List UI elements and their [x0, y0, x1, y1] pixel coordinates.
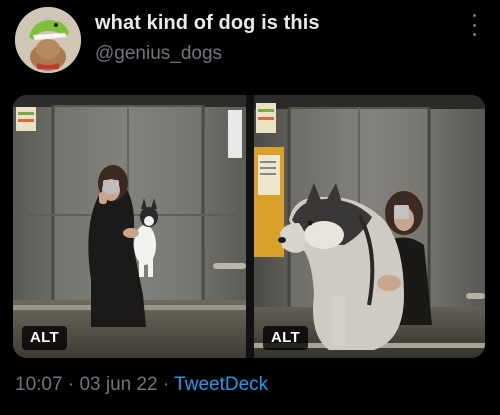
elevator-selfie-puppy-image — [13, 95, 246, 358]
more-dot — [472, 33, 476, 36]
display-name[interactable]: what kind of dog is this — [95, 12, 320, 35]
tweet-metadata: 10:07 · 03 jun 22 · TweetDeck — [15, 374, 268, 396]
media-grid: ALT ALT — [13, 95, 485, 358]
more-options-button[interactable] — [466, 14, 482, 36]
more-vertical-icon — [472, 14, 476, 17]
source-link[interactable]: TweetDeck — [174, 374, 268, 395]
alt-text-badge[interactable]: ALT — [22, 326, 67, 350]
avatar-dog-icon — [15, 7, 81, 73]
more-dot — [472, 23, 476, 27]
meta-separator: · — [67, 374, 75, 395]
handle[interactable]: @genius_dogs — [95, 43, 222, 65]
avatar[interactable] — [15, 7, 81, 73]
photo-2[interactable]: ALT — [254, 95, 485, 358]
alt-text-badge[interactable]: ALT — [263, 326, 308, 350]
elevator-selfie-husky-image — [254, 95, 485, 358]
tweet-time[interactable]: 10:07 — [15, 374, 63, 395]
meta-separator: · — [162, 374, 170, 395]
tweet-date[interactable]: 03 jun 22 — [79, 374, 157, 395]
tweet: what kind of dog is this @genius_dogs AL… — [0, 0, 500, 415]
photo-1[interactable]: ALT — [13, 95, 246, 358]
